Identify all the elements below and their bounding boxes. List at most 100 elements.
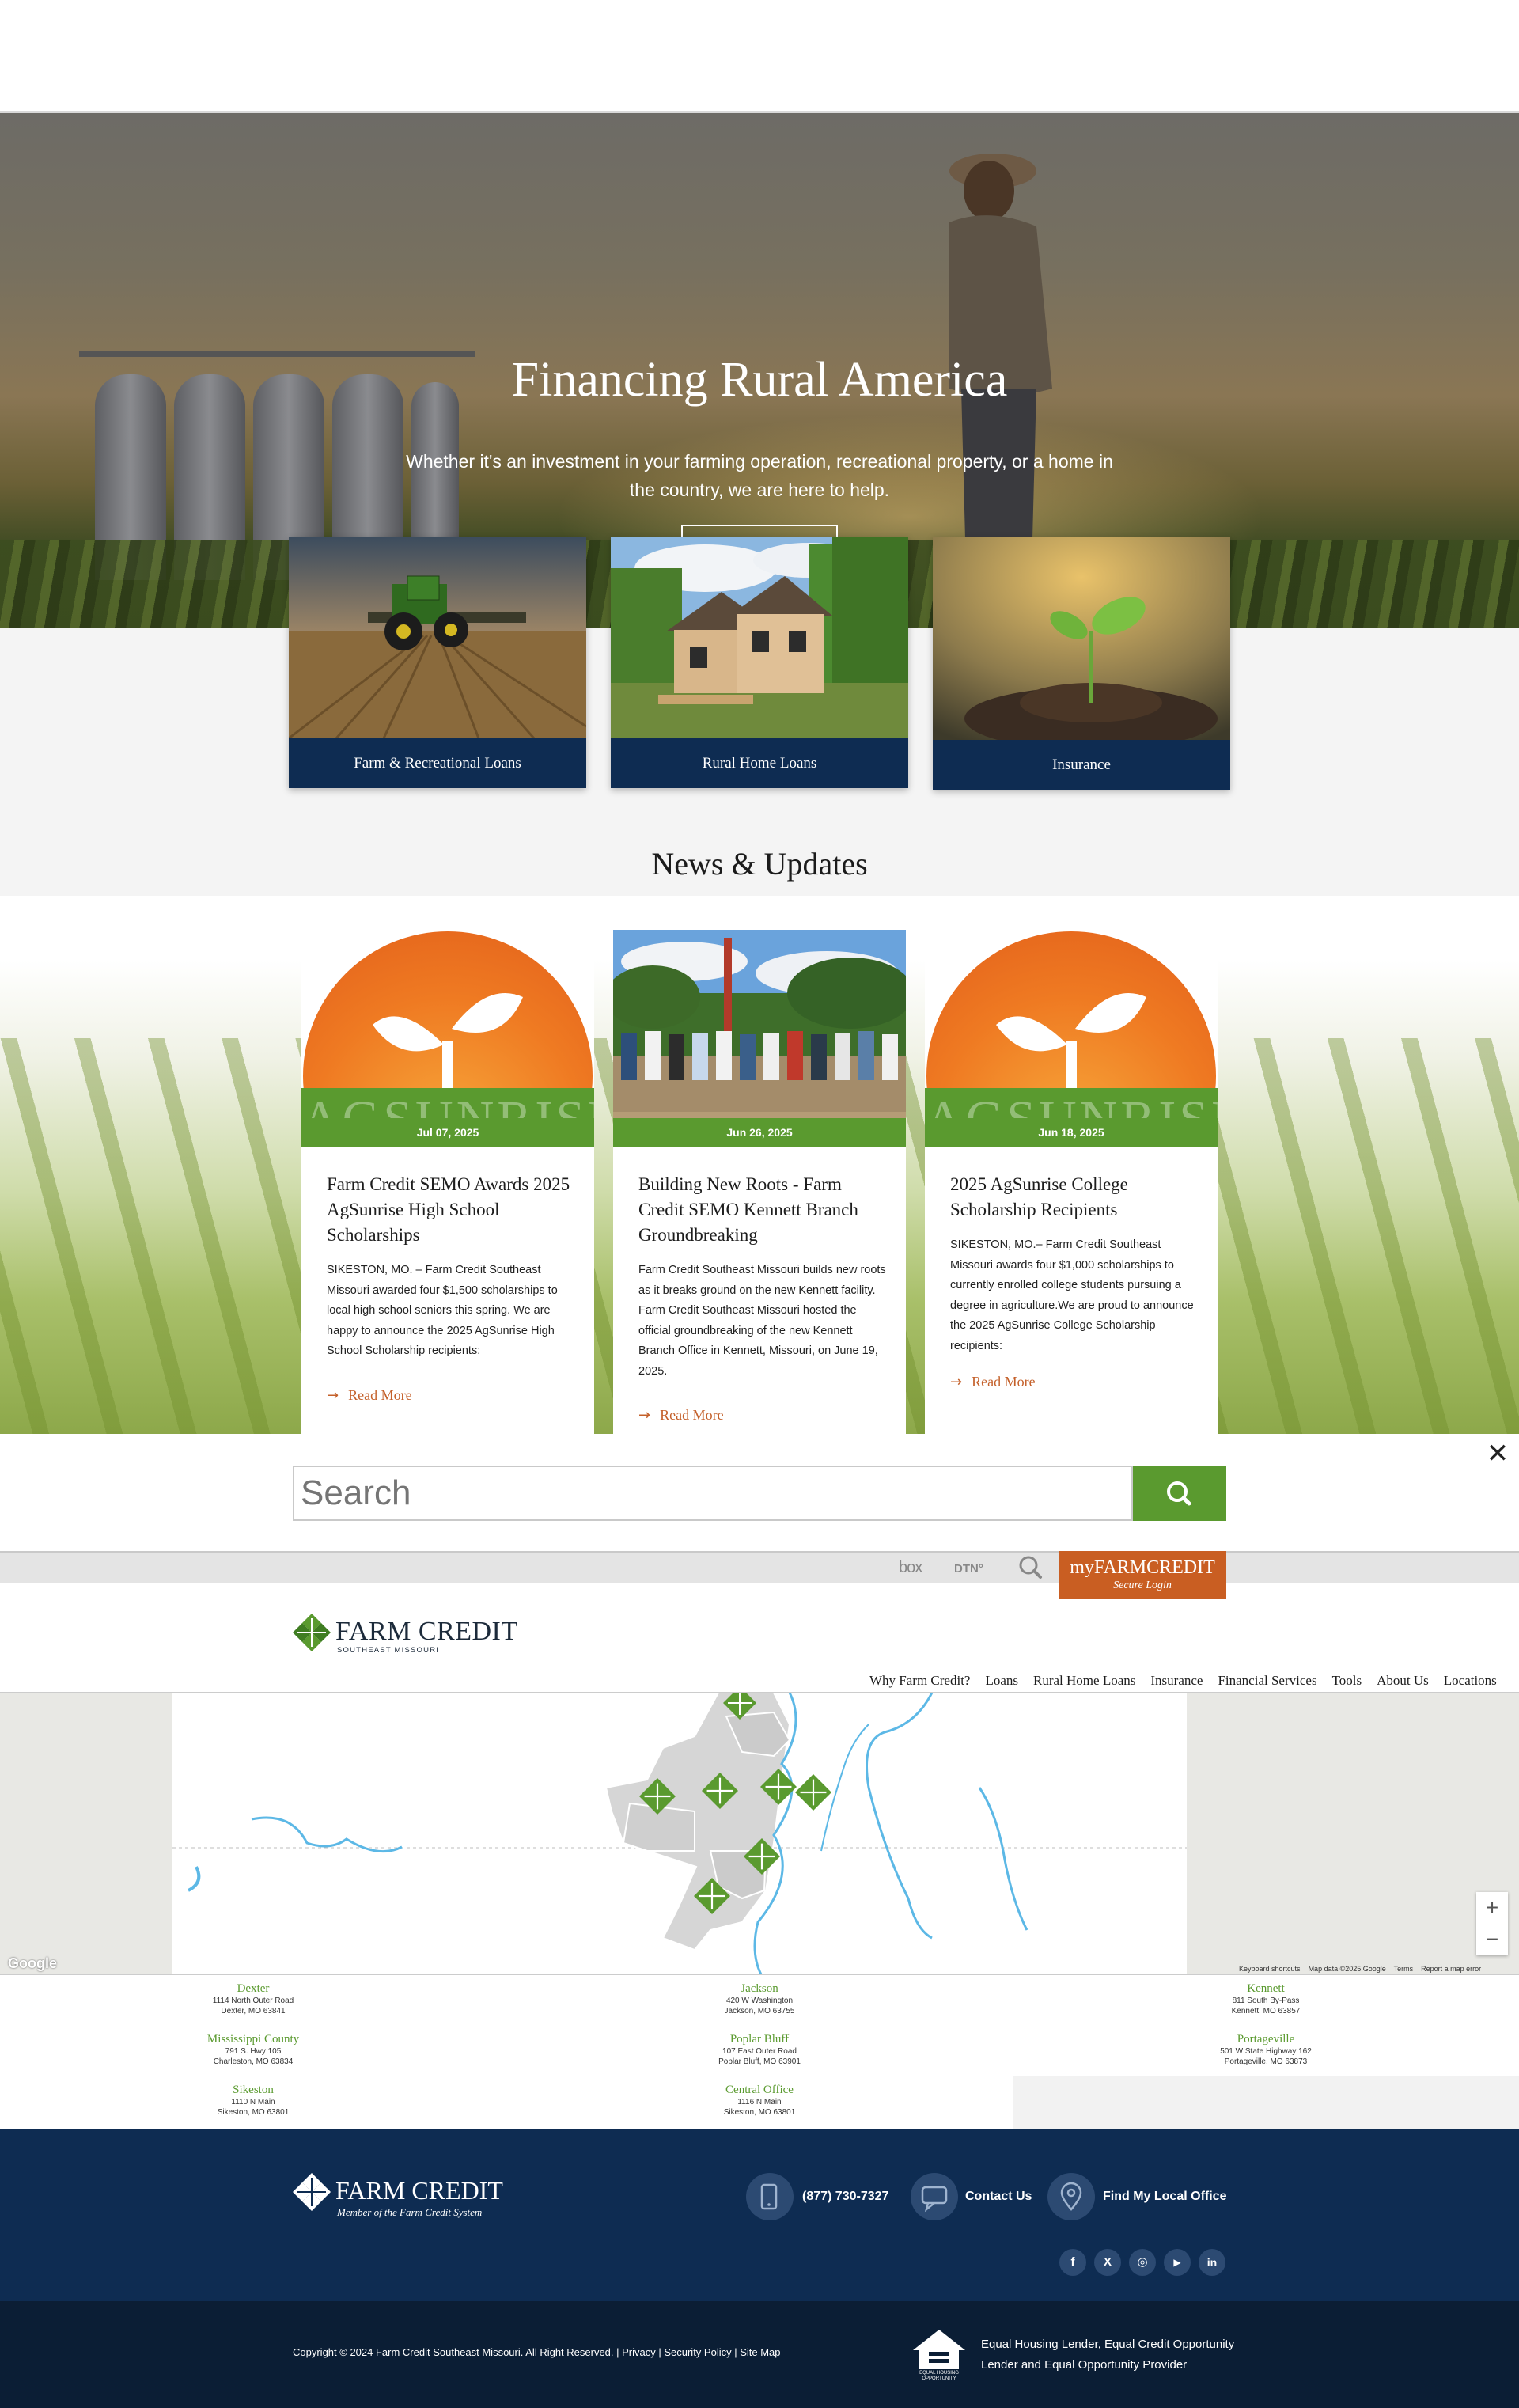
location-name[interactable]: Kennett (1108, 1982, 1424, 1996)
footer-brand-name[interactable]: FARM CREDIT (335, 2176, 503, 2205)
nav-item-about-us[interactable]: About Us (1377, 1673, 1429, 1689)
location-name[interactable]: Jackson (601, 1982, 918, 1996)
ehl-line-2: Lender and Equal Opportunity Provider (981, 2358, 1188, 2372)
location-name[interactable]: Dexter (95, 1982, 411, 1996)
product-label: Rural Home Loans (702, 755, 817, 772)
news-date: Jul 07, 2025 (301, 1118, 594, 1147)
x-twitter-icon[interactable]: X (1094, 2249, 1121, 2276)
locations-map[interactable]: + − Google Keyboard shortcuts Map data ©… (0, 1692, 1519, 1975)
location-item[interactable]: Jackson 420 W Washington Jackson, MO 63755 (601, 1982, 918, 2016)
google-logo[interactable]: Google (8, 1955, 57, 1972)
arrow-right-icon: → (950, 1374, 963, 1390)
news-headline[interactable]: Building New Roots - Farm Credit SEMO Ke… (638, 1172, 892, 1248)
location-marker-icon[interactable] (744, 1838, 780, 1875)
location-item[interactable]: Portageville 501 W State Highway 162 Porta… (1108, 2033, 1424, 2067)
nav-item-insurance[interactable]: Insurance (1150, 1673, 1203, 1689)
phone-link[interactable]: (877) 730-7327 (802, 2190, 888, 2204)
location-item[interactable]: Kennett 811 South By-Pass Kennett, MO 6385… (1108, 1982, 1424, 2016)
zoom-out-button[interactable]: − (1476, 1924, 1508, 1955)
location-city: Sikeston, MO 63801 (723, 2108, 796, 2117)
myfc-prefix: my (1070, 1557, 1094, 1578)
location-city: Jackson, MO 63755 (724, 2007, 795, 2016)
contact-us-link[interactable]: Contact Us (965, 2190, 1032, 2204)
location-address: 501 W State Highway 162 (1220, 2047, 1312, 2056)
brand-name[interactable]: FARM CREDIT (335, 1617, 518, 1647)
location-address: 107 East Outer Road (722, 2047, 797, 2056)
utility-bar: box DTN° (0, 1551, 1519, 1583)
agsunrise-logo: AGSUNRISE (925, 930, 1218, 1147)
nav-item-why-farm-credit[interactable]: Why Farm Credit? (869, 1673, 970, 1689)
chat-icon[interactable] (911, 2173, 958, 2220)
search-button[interactable] (1133, 1466, 1226, 1521)
zoom-in-button[interactable]: + (1476, 1892, 1508, 1924)
nav-item-rural-home-loans[interactable]: Rural Home Loans (1033, 1673, 1135, 1689)
nav-item-loans[interactable]: Loans (985, 1673, 1018, 1689)
hero-subtitle: Whether it's an investment in your farmi… (406, 451, 1113, 500)
agsunrise-logo: AGSUNRISE (301, 930, 594, 1147)
myfarmcredit-login-button[interactable]: myFARMCREDIT Secure Login (1059, 1551, 1226, 1599)
location-city: Portageville, MO 63873 (1224, 2057, 1308, 2066)
tractor-image (289, 537, 586, 738)
read-more-link[interactable]: → Read More (950, 1374, 1036, 1390)
location-name[interactable]: Portageville (1108, 2033, 1424, 2046)
location-marker-icon[interactable] (702, 1773, 738, 1809)
read-more-label: Read More (660, 1407, 724, 1423)
news-card[interactable]: AGSUNRISE Jun 18, 2025 2025 AgSunrise Co… (925, 930, 1218, 1434)
facebook-icon[interactable]: f (1059, 2249, 1086, 2276)
map-data-text: Map data ©2025 Google (1308, 1965, 1386, 1973)
instagram-icon[interactable]: ◎ (1129, 2249, 1156, 2276)
find-office-link[interactable]: Find My Local Office (1103, 2190, 1226, 2204)
youtube-icon[interactable]: ▶ (1164, 2249, 1191, 2276)
farm-credit-logo-icon[interactable] (293, 1614, 331, 1651)
map-tiles (172, 1692, 1187, 1974)
product-card-rural-home-loans[interactable]: Rural Home Loans (611, 537, 908, 788)
location-name[interactable]: Sikeston (95, 2084, 411, 2097)
report-map-error-link[interactable]: Report a map error (1421, 1965, 1481, 1973)
product-card-insurance[interactable]: Insurance (933, 537, 1230, 790)
news-card[interactable]: Jun 26, 2025 Building New Roots - Farm C… (613, 930, 906, 1434)
read-more-link[interactable]: → Read More (327, 1387, 412, 1404)
location-item[interactable]: Dexter 1114 North Outer Road Dexter, MO 63… (95, 1982, 411, 2016)
location-marker-icon[interactable] (760, 1769, 797, 1805)
search-icon[interactable] (1017, 1554, 1044, 1587)
box-link[interactable]: box (899, 1559, 922, 1577)
news-excerpt: Farm Credit Southeast Missouri builds ne… (638, 1264, 886, 1378)
location-item[interactable]: Central Office 1116 N Main Sikeston, MO 63… (601, 2084, 918, 2118)
product-card-farm-loans[interactable]: Farm & Recreational Loans (289, 537, 586, 788)
location-name[interactable]: Mississippi County (95, 2033, 411, 2046)
read-more-link[interactable]: → Read More (638, 1407, 724, 1424)
search-input[interactable] (293, 1466, 1133, 1521)
terms-link[interactable]: Terms (1394, 1965, 1414, 1973)
footer-brand-subtitle: Member of the Farm Credit System (337, 2206, 483, 2218)
keyboard-shortcuts-link[interactable]: Keyboard shortcuts (1239, 1965, 1301, 1973)
location-address: 791 S. Hwy 105 (225, 2047, 282, 2056)
location-item[interactable]: Sikeston 1110 N Main Sikeston, MO 63801 (95, 2084, 411, 2118)
location-marker-icon[interactable] (639, 1778, 676, 1815)
nav-item-financial-services[interactable]: Financial Services (1218, 1673, 1316, 1689)
equal-housing-badge-text: EQUAL HOUSING OPPORTUNITY (919, 2371, 959, 2381)
secure-login-label: Secure Login (1113, 1579, 1172, 1591)
news-card[interactable]: AGSUNRISE Jul 07, 2025 Farm Credit SEMO … (301, 930, 594, 1434)
location-name[interactable]: Central Office (601, 2084, 918, 2097)
location-item[interactable]: Poplar Bluff 107 East Outer Road Poplar Bl… (601, 2033, 918, 2067)
read-more-label: Read More (972, 1374, 1036, 1390)
map-attribution: Keyboard shortcuts Map data ©2025 Google… (1239, 1965, 1481, 1973)
location-name[interactable]: Poplar Bluff (601, 2033, 918, 2046)
location-marker-icon[interactable] (723, 1692, 756, 1720)
copyright-text: Copyright © 2024 Farm Credit Southeast M… (293, 2346, 781, 2358)
dtn-link[interactable]: DTN° (954, 1562, 983, 1576)
nav-item-locations[interactable]: Locations (1444, 1673, 1497, 1689)
farm-credit-logo-icon[interactable] (293, 2173, 331, 2211)
location-address: 1116 N Main (737, 2098, 782, 2107)
news-headline[interactable]: Farm Credit SEMO Awards 2025 AgSunrise H… (327, 1172, 580, 1248)
location-marker-icon[interactable] (694, 1878, 730, 1914)
location-marker-icon[interactable] (795, 1774, 831, 1811)
location-pin-icon[interactable] (1047, 2173, 1095, 2220)
nav-item-tools[interactable]: Tools (1332, 1673, 1362, 1689)
location-item[interactable]: Mississippi County 791 S. Hwy 105 Charlest… (95, 2033, 411, 2067)
location-address: 420 W Washington (725, 1997, 794, 2005)
linkedin-icon[interactable]: in (1199, 2249, 1225, 2276)
phone-icon[interactable] (746, 2173, 794, 2220)
news-headline[interactable]: 2025 AgSunrise College Scholarship Recip… (950, 1172, 1203, 1223)
close-icon[interactable]: ✕ (1486, 1440, 1510, 1467)
